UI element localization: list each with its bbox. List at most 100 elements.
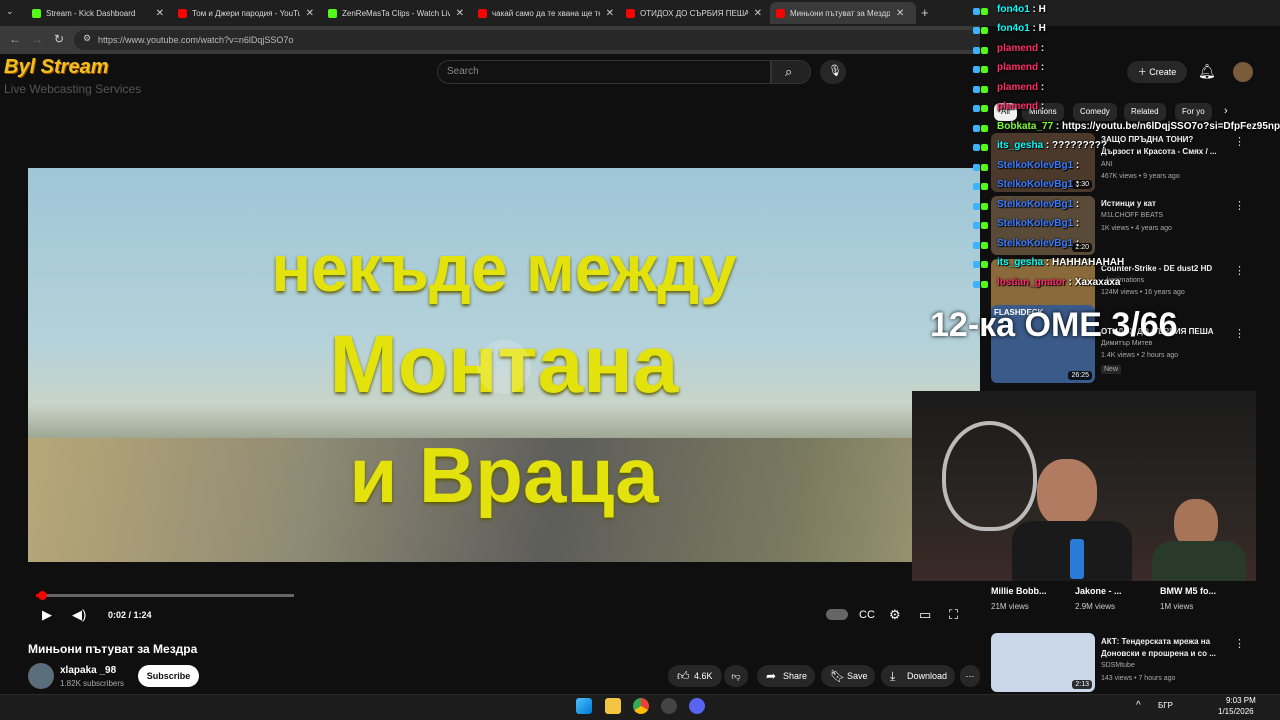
chat-separator: :: [1073, 160, 1080, 171]
short-title[interactable]: Millie Bobb...: [991, 586, 1047, 596]
channel-name[interactable]: xlapaka _98: [60, 665, 116, 676]
chat-username[interactable]: Bobkata_77: [997, 121, 1053, 132]
create-label: Create: [1149, 67, 1177, 77]
chat-username[interactable]: StelkoKolevBg1: [997, 199, 1073, 210]
search-button[interactable]: ⌕: [771, 60, 811, 84]
chat-separator: :: [1073, 199, 1080, 210]
more-icon[interactable]: ⋮: [1234, 199, 1245, 212]
short-views: 1M views: [1160, 602, 1194, 611]
chat-badge-icon: [973, 201, 989, 212]
tab-3[interactable]: чакай само да те хвана ще те ✕: [472, 2, 620, 24]
windows-start-icon[interactable]: [576, 698, 592, 714]
settings-icon[interactable]: ⚙: [889, 607, 901, 623]
chat-text: Хахахаха: [1074, 277, 1121, 288]
chat-badge-icon: [973, 240, 989, 251]
play-icon[interactable]: ▶: [42, 607, 52, 623]
close-icon[interactable]: ✕: [156, 8, 164, 19]
close-icon[interactable]: ✕: [306, 8, 314, 19]
more-icon[interactable]: ⋮: [1234, 135, 1245, 148]
search-input[interactable]: Search: [437, 60, 771, 84]
account-avatar[interactable]: [1233, 62, 1253, 82]
chat-username[interactable]: StelkoKolevBg1: [997, 160, 1073, 171]
video-player[interactable]: некъде между Монтана и Враца: [28, 168, 980, 562]
chat-message: plamend :: [973, 82, 1044, 93]
close-icon[interactable]: ✕: [896, 8, 904, 19]
channel-avatar[interactable]: [28, 663, 54, 689]
chat-username[interactable]: its_gesha: [997, 257, 1043, 268]
chat-username[interactable]: lostian_gnator: [997, 277, 1066, 288]
voice-search-button[interactable]: 🎙: [820, 60, 846, 84]
more-icon[interactable]: ⋮: [1234, 637, 1245, 650]
close-icon[interactable]: ✕: [456, 8, 464, 19]
discord-icon[interactable]: [689, 698, 705, 714]
save-button[interactable]: 🔖︎ Save: [821, 665, 875, 687]
volume-icon[interactable]: ◀︎): [72, 607, 86, 623]
related-title-2[interactable]: Дързост и Красота - Смях / ...: [1101, 147, 1261, 156]
like-button[interactable]: 👍︎ 4.6K: [668, 665, 722, 687]
create-button[interactable]: ＋ Create: [1127, 61, 1187, 83]
related-thumbnail[interactable]: 2:13: [991, 633, 1095, 692]
related-channel[interactable]: ANI: [1101, 161, 1113, 168]
chat-username[interactable]: StelkoKolevBg1: [997, 238, 1073, 249]
short-title[interactable]: BMW M5 fo...: [1160, 586, 1216, 596]
clock-time[interactable]: 9:03 PM: [1226, 696, 1256, 705]
chat-username[interactable]: StelkoKolevBg1: [997, 218, 1073, 229]
new-tab-button[interactable]: +: [921, 5, 929, 20]
dislike-button[interactable]: 👎︎: [724, 665, 748, 687]
forward-icon[interactable]: →: [31, 32, 43, 46]
tray-chevron-icon[interactable]: ^: [1136, 700, 1141, 711]
file-explorer-icon[interactable]: [605, 698, 621, 714]
chrome-icon[interactable]: [633, 698, 649, 714]
chip-related[interactable]: Related: [1124, 103, 1166, 121]
theater-icon[interactable]: ▭: [919, 607, 931, 623]
language-indicator[interactable]: БГР: [1158, 701, 1173, 710]
tab-2[interactable]: ZenReMasTa Clips - Watch Live ✕: [322, 2, 470, 24]
chat-message: lostian_gnator : Хахахаха: [973, 277, 1120, 288]
close-icon[interactable]: ✕: [606, 8, 614, 19]
progress-bar[interactable]: [36, 594, 294, 597]
fullscreen-icon[interactable]: ⛶: [949, 607, 958, 623]
short-title[interactable]: Jakone - ...: [1075, 586, 1122, 596]
back-icon[interactable]: ←: [9, 32, 21, 46]
related-title-2[interactable]: Доновски е прошрена и со ...: [1101, 649, 1261, 658]
autoplay-toggle[interactable]: [826, 609, 848, 620]
more-actions-button[interactable]: ⋯: [960, 665, 980, 687]
chat-badge-icon: [973, 162, 989, 173]
youtube-icon: [776, 8, 785, 18]
captions-icon[interactable]: CC: [859, 609, 875, 621]
chevron-right-icon[interactable]: ›: [1224, 105, 1228, 117]
chat-separator: :: [1038, 43, 1045, 54]
chat-username[interactable]: plamend: [997, 101, 1038, 112]
chip-for-you[interactable]: For yo: [1175, 103, 1212, 121]
tab-0[interactable]: Stream - Kick Dashboard ✕: [26, 2, 170, 24]
progress-handle[interactable]: [38, 591, 47, 600]
share-button[interactable]: ➦ Share: [757, 665, 815, 687]
chat-username[interactable]: its_gesha: [997, 140, 1043, 151]
chat-username[interactable]: plamend: [997, 82, 1038, 93]
chat-username[interactable]: fon4o1: [997, 23, 1030, 34]
clock-date[interactable]: 1/15/2026: [1218, 707, 1254, 716]
obs-icon[interactable]: [661, 698, 677, 714]
download-button[interactable]: ⤓ Download: [881, 665, 955, 687]
site-info-icon[interactable]: ⚙: [83, 33, 91, 44]
subscribe-button[interactable]: Subscribe: [138, 665, 199, 687]
center-play-icon[interactable]: [477, 340, 531, 394]
reload-icon[interactable]: ↻: [54, 32, 64, 46]
like-count: 4.6K: [694, 671, 713, 681]
youtube-icon: [626, 8, 635, 18]
tab-search-icon[interactable]: ⌄: [6, 6, 14, 17]
chat-username[interactable]: StelkoKolevBg1: [997, 179, 1073, 190]
chip-comedy[interactable]: Comedy: [1073, 103, 1117, 121]
close-icon[interactable]: ✕: [754, 8, 762, 19]
tab-4[interactable]: ОТИДОХ ДО СЪРБИЯ ПЕША - ✕: [620, 2, 768, 24]
chat-username[interactable]: plamend: [997, 62, 1038, 73]
more-icon[interactable]: ⋮: [1234, 327, 1245, 340]
tab-1[interactable]: Том и Джери пародия - YouTube ✕: [172, 2, 320, 24]
more-icon[interactable]: ⋮: [1234, 264, 1245, 277]
tab-5-active[interactable]: Миньони пътуват за Мездра ✕: [770, 2, 916, 24]
related-channel[interactable]: M1LCHOFF BEATS: [1101, 212, 1163, 219]
notifications-icon[interactable]: 🔔︎: [1198, 63, 1216, 80]
chat-username[interactable]: fon4o1: [997, 4, 1030, 15]
related-channel[interactable]: SDSMtube: [1101, 662, 1135, 669]
chat-username[interactable]: plamend: [997, 43, 1038, 54]
